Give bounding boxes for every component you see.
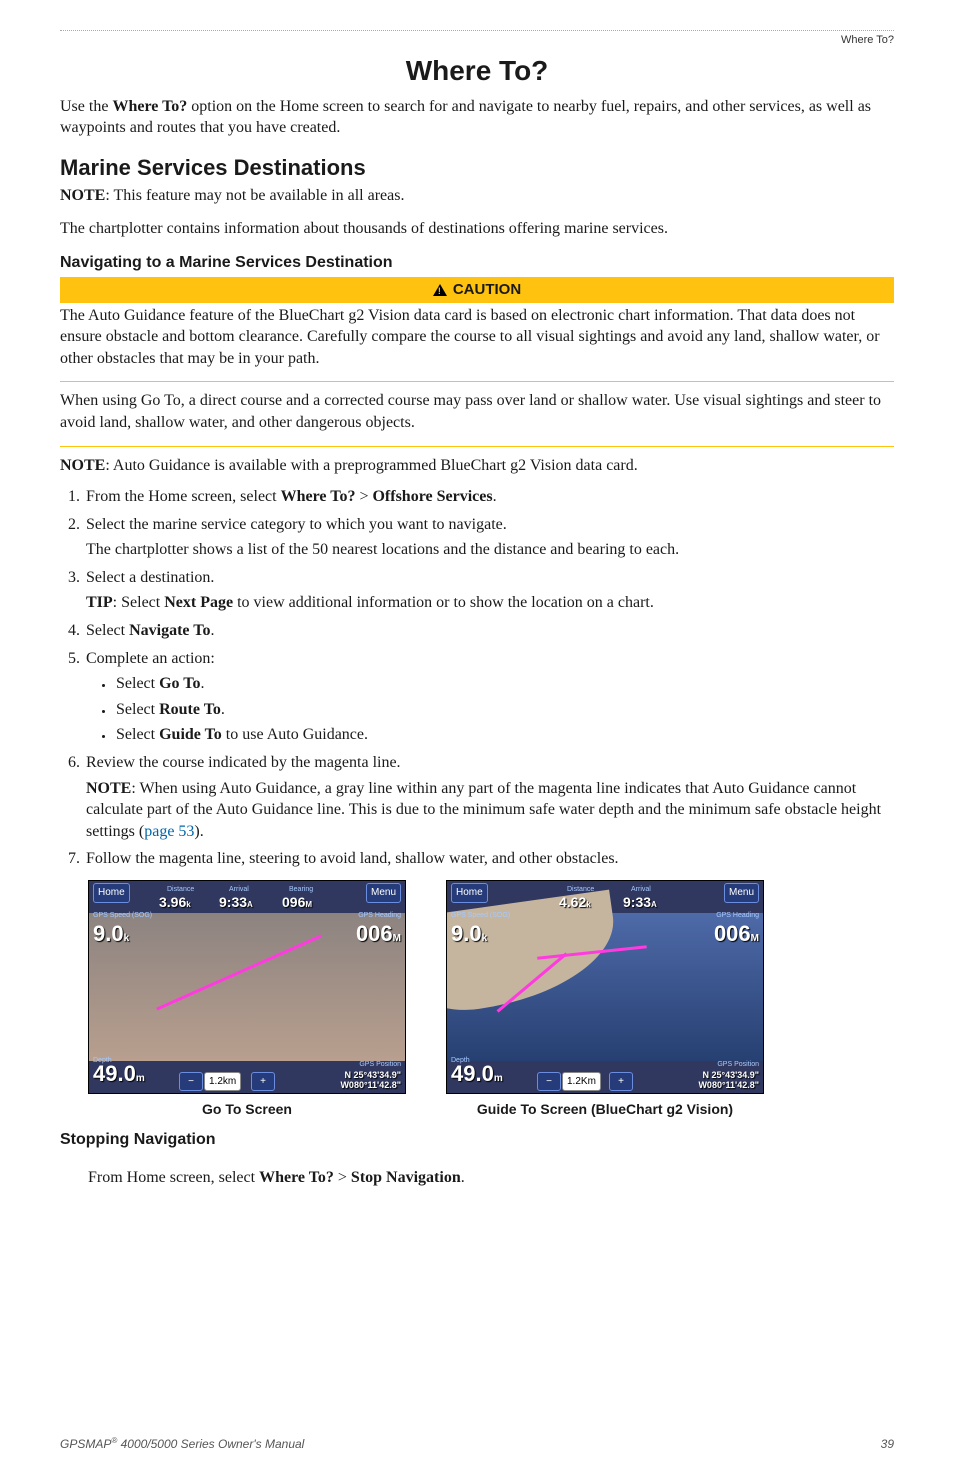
header-section-label: Where To?	[60, 33, 894, 48]
page-title: Where To?	[60, 52, 894, 90]
step-1: From the Home screen, select Where To? >…	[84, 486, 894, 508]
step-5b: Select Route To.	[114, 699, 894, 721]
scale-indicator: 1.2Km	[562, 1072, 601, 1092]
zoom-out-button[interactable]: −	[179, 1072, 203, 1092]
step-3: Select a destination. TIP: Select Next P…	[84, 567, 894, 614]
page-link-53[interactable]: page 53	[144, 823, 194, 840]
stopping-instruction: From Home screen, select Where To? > Sto…	[88, 1167, 894, 1189]
step-4: Select Navigate To.	[84, 620, 894, 642]
caution-text-2: When using Go To, a direct course and a …	[60, 390, 894, 433]
menu-button[interactable]: Menu	[724, 883, 759, 903]
position-label: GPS Position	[359, 1060, 401, 1069]
menu-button[interactable]: Menu	[366, 883, 401, 903]
step-5a: Select Go To.	[114, 673, 894, 695]
sub-heading-navigating: Navigating to a Marine Services Destinat…	[60, 252, 894, 274]
step-5c: Select Guide To to use Auto Guidance.	[114, 724, 894, 746]
figure-1-caption: Go To Screen	[88, 1100, 406, 1119]
footer-page-number: 39	[881, 1436, 894, 1452]
zoom-in-button[interactable]: +	[251, 1072, 275, 1092]
section-heading-marine: Marine Services Destinations	[60, 153, 894, 183]
sub-heading-stopping: Stopping Navigation	[60, 1129, 894, 1151]
home-button[interactable]: Home	[451, 883, 488, 903]
figure-2-caption: Guide To Screen (BlueChart g2 Vision)	[446, 1100, 764, 1119]
intro-paragraph: Use the Where To? option on the Home scr…	[60, 96, 894, 139]
warning-icon	[433, 284, 447, 296]
zoom-out-button[interactable]: −	[537, 1072, 561, 1092]
figure-guide-to-screen: Home Menu Distance 4.62k Arrival 9:33A G…	[446, 880, 764, 1094]
caution-banner: CAUTION	[60, 277, 894, 302]
caution-text-1: The Auto Guidance feature of the BlueCha…	[60, 305, 894, 370]
home-button[interactable]: Home	[93, 883, 130, 903]
zoom-in-button[interactable]: +	[609, 1072, 633, 1092]
chartplotter-info: The chartplotter contains information ab…	[60, 218, 894, 240]
position-lon: W080°11'42.8"	[340, 1079, 401, 1091]
step-7: Follow the magenta line, steering to avo…	[84, 848, 894, 870]
note-availability: NOTE: This feature may not be available …	[60, 185, 894, 207]
figure-go-to-screen: Home Menu Distance 3.96k Arrival 9:33A B…	[88, 880, 406, 1094]
step-5: Complete an action: Select Go To. Select…	[84, 648, 894, 746]
position-label: GPS Position	[717, 1060, 759, 1069]
footer-manual-title: GPSMAP® 4000/5000 Series Owner's Manual	[60, 1436, 304, 1452]
step-2: Select the marine service category to wh…	[84, 514, 894, 561]
step-6: Review the course indicated by the magen…	[84, 752, 894, 842]
position-lon: W080°11'42.8"	[698, 1079, 759, 1091]
scale-indicator: 1.2km	[204, 1072, 241, 1092]
note-auto-guidance: NOTE: Auto Guidance is available with a …	[60, 455, 894, 477]
